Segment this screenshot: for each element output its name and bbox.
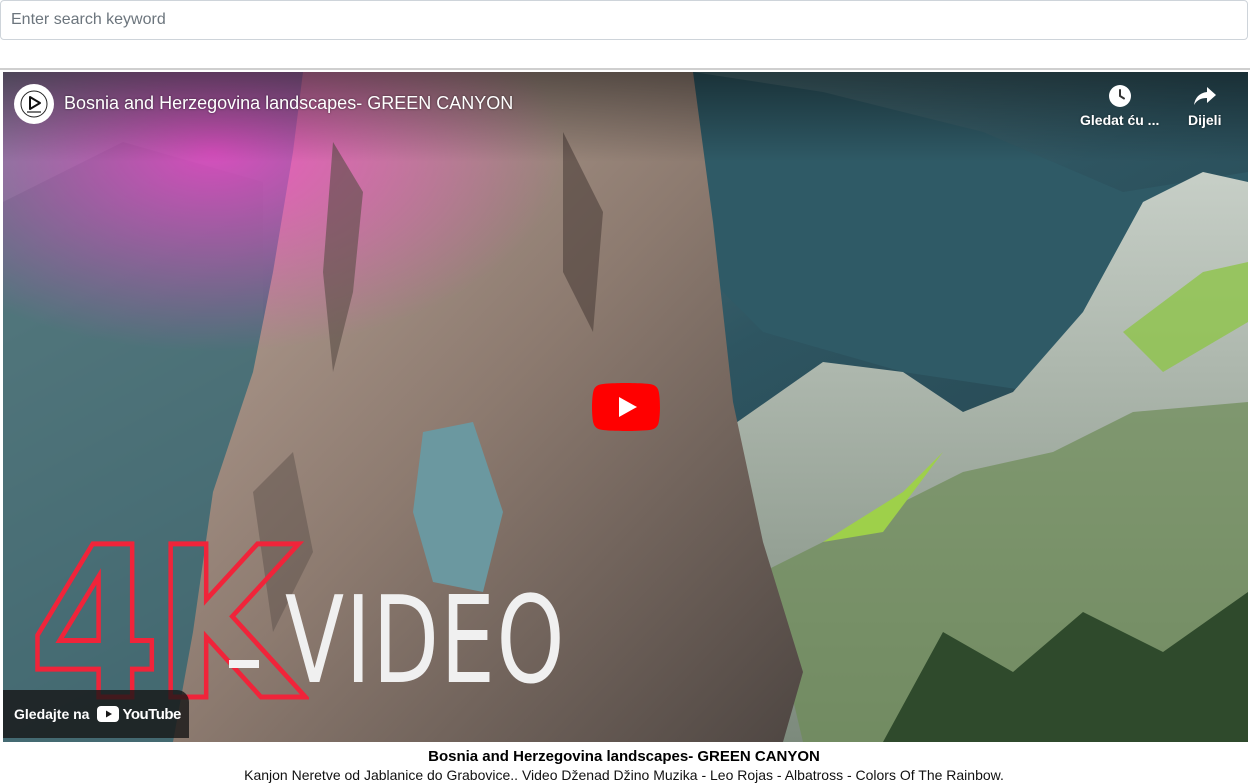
top-shade [3, 72, 1248, 162]
play-button[interactable] [592, 383, 660, 431]
youtube-wordmark: YouTube [122, 705, 181, 723]
watch-on-youtube-button[interactable]: Gledajte na YouTube [3, 690, 189, 738]
watch-on-label: Gledajte na [14, 706, 90, 722]
share-label: Dijeli [1188, 112, 1222, 128]
channel-logo-icon [20, 90, 48, 118]
caption-title: Bosnia and Herzegovina landscapes- GREEN… [428, 748, 820, 765]
share-arrow-icon [1193, 87, 1216, 105]
video-player[interactable]: 4K VIDEO Bosnia and Herzegovina landscap… [3, 72, 1248, 742]
watch-later-label: Gledat ću ... [1080, 112, 1160, 128]
overlay-video-text: VIDEO [285, 572, 566, 711]
youtube-play-icon [97, 706, 120, 722]
search-input[interactable] [1, 1, 1247, 39]
play-icon [592, 383, 660, 431]
clock-icon [1108, 85, 1131, 107]
divider [0, 68, 1250, 70]
video-title[interactable]: Bosnia and Herzegovina landscapes- GREEN… [64, 93, 513, 114]
caption-description: Kanjon Neretve od Jablanice do Grabovice… [244, 767, 1004, 783]
search-bar[interactable] [0, 0, 1248, 40]
share-button[interactable]: Dijeli [1188, 84, 1221, 128]
channel-avatar[interactable] [14, 84, 54, 124]
watch-later-button[interactable]: Gledat ću ... [1080, 84, 1159, 128]
youtube-logo: YouTube [97, 705, 181, 723]
overlay-dash [229, 660, 259, 668]
